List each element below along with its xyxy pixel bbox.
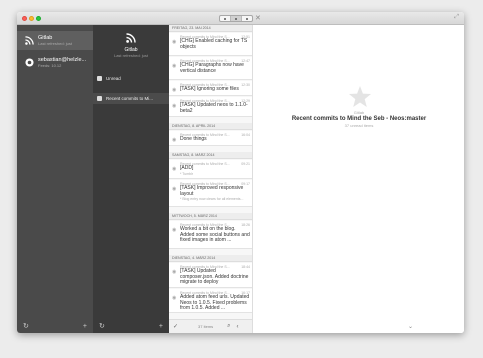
view-mode-starred[interactable] [220, 16, 231, 21]
feed-list-label: Recent commits to Mi... [106, 96, 154, 101]
items-footer: ✓ 37 items ⌕ ‹ [169, 319, 252, 333]
rss-icon [126, 33, 136, 43]
source-subtitle: Feeds: 10.12 [38, 62, 62, 68]
feed-list-footer: ↻ + [93, 319, 169, 333]
detail-pane: Gitlab Recent commits to Mind the Seb - … [254, 25, 464, 333]
sidebar-footer: ↻ + [17, 319, 93, 333]
rss-icon: ◉ [172, 166, 177, 172]
feed-logo-icon [24, 58, 34, 68]
maximize-window-button[interactable] [36, 16, 41, 21]
minimize-window-button[interactable] [29, 16, 34, 21]
item-row[interactable]: Recent commits to Mind the S... 09:21 ◉ [AD… [169, 160, 252, 179]
item-title: [CHG] Paragraphs now have vertical dista… [180, 62, 244, 74]
item-title: [TASK] Ignoring some files [180, 86, 239, 92]
detail-title: Recent commits to Mind the Seb - Neos:ma… [291, 116, 427, 122]
feed-list-header: Gitlab Last refreshed: just [93, 33, 169, 58]
feed-list-item-unread[interactable]: Unread [93, 73, 169, 84]
items-count: 37 items [198, 324, 214, 329]
rss-icon: ◉ [172, 63, 177, 69]
item-row[interactable]: Recent commits to Mind the S... 16:04 ◉ Don… [169, 131, 252, 146]
rss-icon: ◉ [172, 87, 177, 93]
refresh-icon[interactable]: ↻ [23, 322, 29, 330]
source-subtitle: Last refreshed: just [38, 40, 73, 46]
item-time: 12:30 [241, 83, 250, 87]
item-excerpt: * Tumblr [180, 172, 194, 176]
items-list-pane: FREITAG, 23. MAI 2014 Recent commits to M… [169, 25, 253, 333]
app-window: ✕ ⤢ Gitlab Last refreshed: just sebastia… [17, 12, 464, 333]
item-title: [TASK] Updated neos to 1.1.0-beta2 [180, 102, 248, 114]
view-mode-segmented-control[interactable] [219, 15, 253, 22]
search-icon[interactable]: ⌕ [227, 323, 230, 330]
source-item-account[interactable]: sebastian@helzle... Feeds: 10.12 [17, 53, 93, 72]
day-header: MITTWOCH, 5. MÄRZ 2014 [169, 213, 252, 220]
rss-icon: ◉ [172, 103, 177, 109]
item-title: Worked a bit on the blog. Added some soc… [180, 226, 250, 244]
item-excerpt: * Blog entry now clears for all elements… [180, 197, 244, 202]
day-header: DIENSTAG, 8. APRIL 2014 [169, 123, 252, 130]
rss-icon [24, 36, 34, 46]
item-row[interactable]: Recent commits to Mind the S... 12:51 ◉ [CH… [169, 33, 252, 56]
item-time: 16:04 [241, 133, 250, 137]
rss-icon: ◉ [172, 186, 177, 192]
title-bar: ✕ ⤢ [17, 12, 464, 25]
item-title: [TASK] Updated composer.json. Added doct… [180, 268, 249, 286]
item-row[interactable]: Recent commits to Mind the S... 12:30 ◉ [TA… [169, 81, 252, 96]
chevron-down-icon[interactable]: ⌄ [408, 323, 413, 330]
rss-icon: ◉ [172, 269, 177, 275]
rss-icon: ◉ [172, 295, 177, 301]
item-row[interactable]: Recent commits to Mind the S... 18:26 ◉ Wor… [169, 221, 252, 249]
detail-subtitle: 37 unread items [344, 123, 374, 128]
item-row[interactable]: Recent commits to Mind the S... 12:47 ◉ [CH… [169, 57, 252, 80]
item-row[interactable]: Recent commits to Mind the S... 09:17 ◉ [TA… [169, 180, 252, 207]
close-icon[interactable]: ✕ [255, 14, 261, 22]
view-mode-unread[interactable] [231, 16, 242, 21]
detail-feed-label: Gitlab [353, 110, 365, 115]
mark-all-read-icon[interactable]: ✓ [173, 323, 178, 330]
item-title: [TASK] Improved responsive layout [180, 185, 244, 197]
feed-list-pane: Gitlab Last refreshed: just Unread Recen… [93, 25, 169, 333]
day-header: FREITAG, 23. MAI 2014 [169, 25, 252, 32]
item-row[interactable]: Recent commits to Mind the S... 16:17 ◉ Add… [169, 289, 252, 313]
star-icon [349, 86, 371, 107]
item-time: 09:21 [241, 162, 250, 166]
feed-list-label: Unread [106, 76, 121, 81]
expand-icon[interactable]: ⤢ [454, 14, 459, 21]
day-header: DIENSTAG, 4. MÄRZ 2014 [169, 255, 252, 262]
feed-list-item-recent-commits[interactable]: Recent commits to Mi... [93, 93, 169, 104]
add-source-button[interactable]: + [83, 323, 87, 330]
item-title: [CHG] Enabled caching for TS objects [180, 38, 248, 50]
add-feed-button[interactable]: + [159, 323, 163, 330]
view-mode-all[interactable] [242, 16, 252, 21]
back-icon[interactable]: ‹ [237, 324, 239, 330]
item-title: Added atom feed urls. Updated Neos to 1.… [180, 294, 250, 312]
source-title: sebastian@helzle... [38, 56, 87, 63]
rss-icon: ◉ [172, 137, 177, 143]
close-window-button[interactable] [22, 16, 27, 21]
source-item-gitlab[interactable]: Gitlab Last refreshed: just [17, 31, 93, 50]
item-title: Done things [180, 136, 207, 142]
checkbox-icon [97, 76, 102, 81]
feed-list-subtitle: Last refreshed: just [113, 53, 149, 58]
sources-sidebar: Gitlab Last refreshed: just sebastian@he… [17, 25, 93, 333]
item-row[interactable]: Recent commits to Mind the S... 18:44 ◉ [TA… [169, 263, 252, 288]
item-row[interactable]: Recent commits to Mind the S... 12:29 ◉ [TA… [169, 97, 252, 117]
rss-icon: ◉ [172, 39, 177, 45]
refresh-icon[interactable]: ↻ [99, 322, 105, 330]
checkbox-icon [97, 96, 102, 101]
day-header: SAMSTAG, 8. MÄRZ 2014 [169, 152, 252, 159]
rss-icon: ◉ [172, 227, 177, 233]
